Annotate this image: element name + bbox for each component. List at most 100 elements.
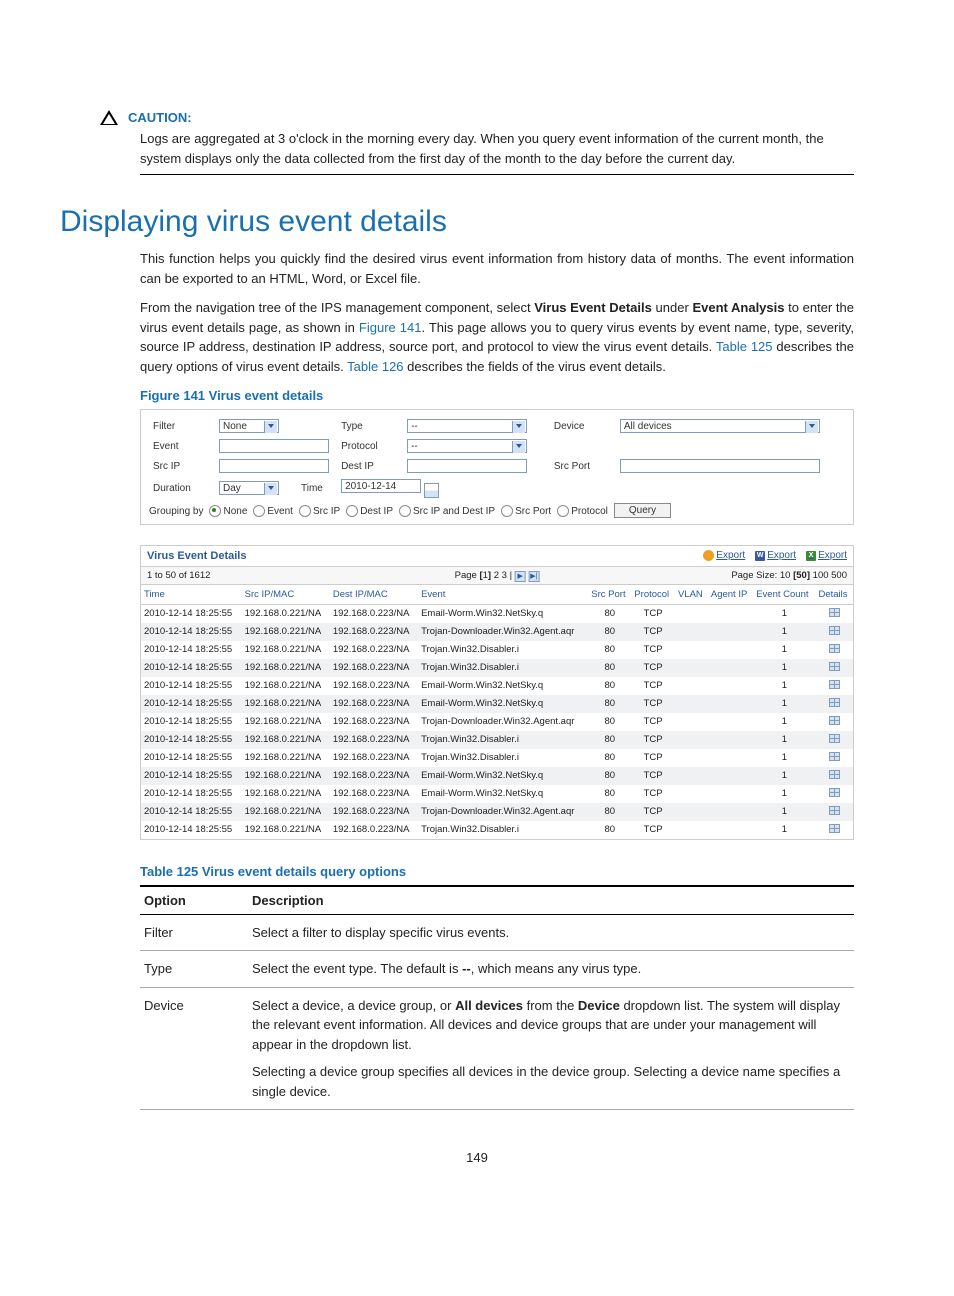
events-title: Virus Event Details xyxy=(147,550,246,562)
desc-option-filter: Filter xyxy=(140,914,248,951)
device-select[interactable]: All devices xyxy=(620,419,820,433)
details-icon[interactable] xyxy=(829,716,840,725)
table-row: 2010-12-14 18:25:55192.168.0.221/NA192.1… xyxy=(141,659,853,677)
filter-label-srcport: Src Port xyxy=(550,456,616,476)
table-row: 2010-12-14 18:25:55192.168.0.221/NA192.1… xyxy=(141,604,853,623)
details-icon[interactable] xyxy=(829,608,840,617)
protocol-select[interactable]: -- xyxy=(407,439,527,453)
filter-label-filter: Filter xyxy=(149,416,215,436)
desc-table: Option Description Filter Select a filte… xyxy=(140,885,854,1111)
filter-label-duration: Duration xyxy=(149,476,215,501)
events-column-header[interactable]: Protocol xyxy=(631,585,675,605)
details-icon[interactable] xyxy=(829,698,840,707)
events-column-header[interactable]: Event Count xyxy=(753,585,815,605)
details-icon[interactable] xyxy=(829,770,840,779)
page-2-link[interactable]: 2 xyxy=(494,570,499,581)
table-row: 2010-12-14 18:25:55192.168.0.221/NA192.1… xyxy=(141,803,853,821)
query-button[interactable]: Query xyxy=(614,503,671,518)
table-row: 2010-12-14 18:25:55192.168.0.221/NA192.1… xyxy=(141,731,853,749)
details-icon[interactable] xyxy=(829,680,840,689)
section-heading: Displaying virus event details xyxy=(60,205,854,239)
events-column-header[interactable]: Src IP/MAC xyxy=(242,585,330,605)
export-html-link[interactable]: Export xyxy=(703,550,745,561)
table-row: 2010-12-14 18:25:55192.168.0.221/NA192.1… xyxy=(141,623,853,641)
filter-label-groupingby: Grouping by xyxy=(149,506,203,517)
globe-icon xyxy=(703,550,714,561)
table-row: 2010-12-14 18:25:55192.168.0.221/NA192.1… xyxy=(141,767,853,785)
events-column-header[interactable]: Dest IP/MAC xyxy=(330,585,418,605)
grouping-radio-srcport[interactable] xyxy=(501,505,513,517)
pagination: Page [1] 2 3 | ▶ ▶| xyxy=(455,570,540,582)
table-row: 2010-12-14 18:25:55192.168.0.221/NA192.1… xyxy=(141,677,853,695)
duration-select[interactable]: Day xyxy=(219,481,279,495)
events-column-header[interactable]: Event xyxy=(418,585,588,605)
srcip-input[interactable] xyxy=(219,459,329,473)
grouping-radio-destip[interactable] xyxy=(346,505,358,517)
table-link-125[interactable]: Table 125 xyxy=(716,339,773,354)
table-row: 2010-12-14 18:25:55192.168.0.221/NA192.1… xyxy=(141,641,853,659)
events-column-header[interactable]: VLAN xyxy=(675,585,708,605)
filter-label-srcip: Src IP xyxy=(149,456,215,476)
filter-label-time: Time xyxy=(293,476,337,501)
table-row: 2010-12-14 18:25:55192.168.0.221/NA192.1… xyxy=(141,821,853,839)
events-column-header[interactable]: Agent IP xyxy=(708,585,753,605)
filter-label-destip: Dest IP xyxy=(337,456,403,476)
destip-input[interactable] xyxy=(407,459,527,473)
table-row: 2010-12-14 18:25:55192.168.0.221/NA192.1… xyxy=(141,695,853,713)
srcport-input[interactable] xyxy=(620,459,820,473)
figure-caption: Figure 141 Virus event details xyxy=(140,388,854,403)
grouping-radio-none[interactable] xyxy=(209,505,221,517)
intro-paragraph-1: This function helps you quickly find the… xyxy=(140,249,854,288)
caution-label: CAUTION: xyxy=(128,110,192,125)
events-panel: Virus Event Details Export WExport XExpo… xyxy=(140,545,854,840)
table-row: 2010-12-14 18:25:55192.168.0.221/NA192.1… xyxy=(141,785,853,803)
export-word-link[interactable]: WExport xyxy=(755,550,796,561)
page-size: Page Size: 10 [50] 100 500 xyxy=(731,570,847,581)
events-table: TimeSrc IP/MACDest IP/MACEventSrc PortPr… xyxy=(141,585,853,839)
details-icon[interactable] xyxy=(829,644,840,653)
caution-text: Logs are aggregated at 3 o'clock in the … xyxy=(140,129,854,168)
table-row: 2010-12-14 18:25:55192.168.0.221/NA192.1… xyxy=(141,713,853,731)
table-link-126[interactable]: Table 126 xyxy=(347,359,403,374)
details-icon[interactable] xyxy=(829,824,840,833)
filter-label-event: Event xyxy=(149,436,215,456)
page-number: 149 xyxy=(100,1150,854,1165)
grouping-radio-srcdestip[interactable] xyxy=(399,505,411,517)
details-icon[interactable] xyxy=(829,626,840,635)
calendar-icon[interactable] xyxy=(424,483,439,498)
caution-block: CAUTION: Logs are aggregated at 3 o'cloc… xyxy=(140,110,854,175)
details-icon[interactable] xyxy=(829,806,840,815)
desc-option-type: Type xyxy=(140,951,248,988)
last-page-icon[interactable]: ▶| xyxy=(528,571,539,582)
intro-paragraph-2: From the navigation tree of the IPS mana… xyxy=(140,298,854,376)
events-column-header[interactable]: Src Port xyxy=(588,585,631,605)
page-3-link[interactable]: 3 xyxy=(502,570,507,581)
word-icon: W xyxy=(755,551,765,561)
grouping-radio-event[interactable] xyxy=(253,505,265,517)
filter-label-type: Type xyxy=(337,416,403,436)
time-input[interactable]: 2010-12-14 xyxy=(341,479,421,493)
desc-head-option: Option xyxy=(140,886,248,915)
grouping-radio-protocol[interactable] xyxy=(557,505,569,517)
export-excel-link[interactable]: XExport xyxy=(806,550,847,561)
filter-label-protocol: Protocol xyxy=(337,436,403,456)
excel-icon: X xyxy=(806,551,816,561)
grouping-row: Grouping by None Event Src IP Dest IP Sr… xyxy=(149,501,845,518)
table-caption: Table 125 Virus event details query opti… xyxy=(140,864,854,879)
filter-select[interactable]: None xyxy=(219,419,279,433)
events-column-header[interactable]: Details xyxy=(815,585,853,605)
events-column-header[interactable]: Time xyxy=(141,585,242,605)
details-icon[interactable] xyxy=(829,662,840,671)
figure-link[interactable]: Figure 141 xyxy=(359,320,422,335)
desc-desc-filter: Select a filter to display specific viru… xyxy=(248,914,854,951)
desc-desc-device: Select a device, a device group, or All … xyxy=(248,987,854,1110)
details-icon[interactable] xyxy=(829,788,840,797)
next-page-icon[interactable]: ▶ xyxy=(515,571,526,582)
warning-triangle-icon xyxy=(100,110,118,125)
details-icon[interactable] xyxy=(829,752,840,761)
details-icon[interactable] xyxy=(829,734,840,743)
table-row: 2010-12-14 18:25:55192.168.0.221/NA192.1… xyxy=(141,749,853,767)
type-select[interactable]: -- xyxy=(407,419,527,433)
event-input[interactable] xyxy=(219,439,329,453)
grouping-radio-srcip[interactable] xyxy=(299,505,311,517)
